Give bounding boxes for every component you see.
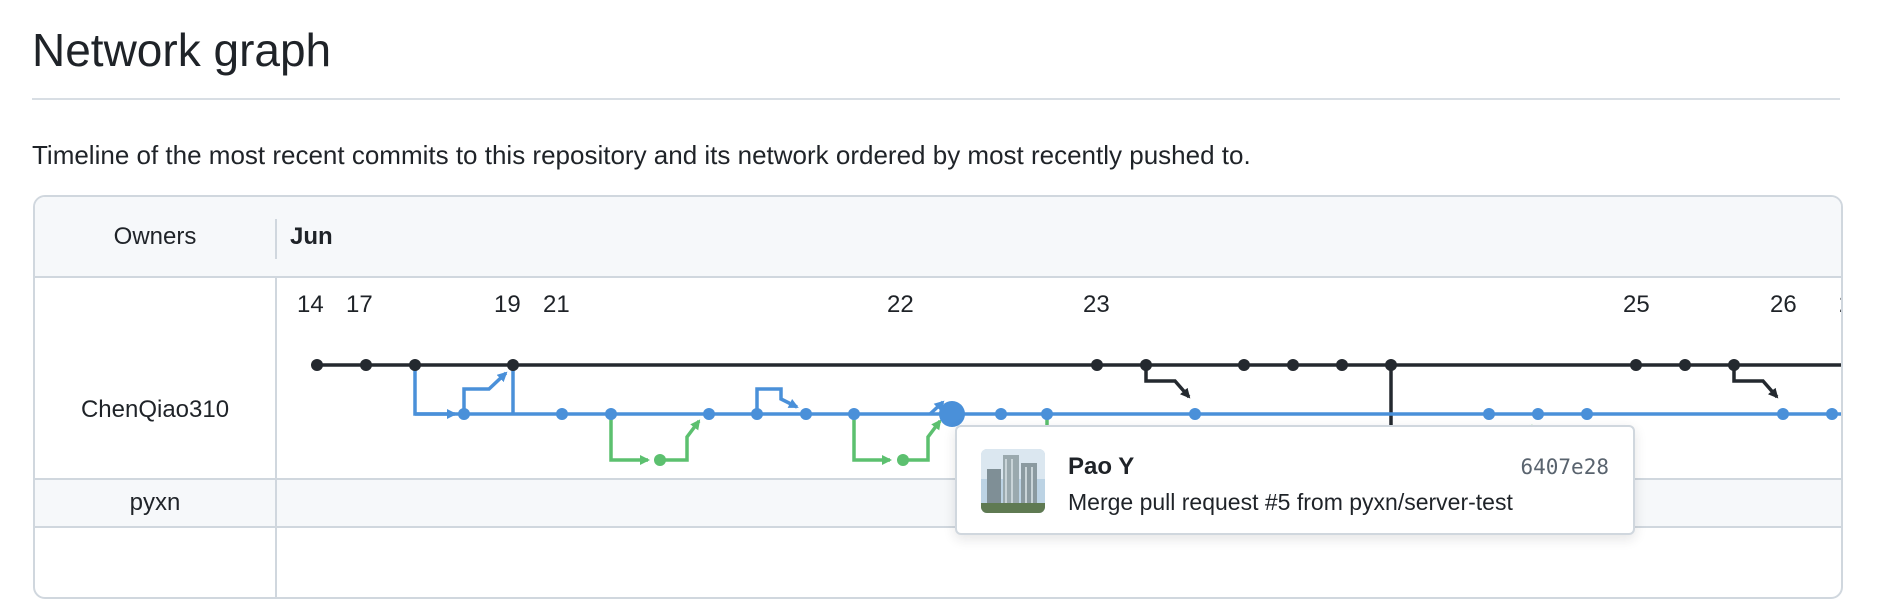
commit-dot[interactable] bbox=[654, 454, 666, 466]
commit-dot[interactable] bbox=[1777, 408, 1789, 420]
commit-dot[interactable] bbox=[409, 359, 421, 371]
date-label: 17 bbox=[346, 291, 373, 318]
commit-dot[interactable] bbox=[1826, 408, 1838, 420]
commit-dot[interactable] bbox=[751, 408, 763, 420]
commit-dot[interactable] bbox=[1679, 359, 1691, 371]
page-title: Network graph bbox=[32, 24, 332, 76]
commit-dot[interactable] bbox=[800, 408, 812, 420]
commit-dot[interactable] bbox=[1041, 408, 1053, 420]
commit-dot[interactable] bbox=[1728, 359, 1740, 371]
date-label: 19 bbox=[494, 291, 521, 318]
commit-dot[interactable] bbox=[1336, 359, 1348, 371]
page-description: Timeline of the most recent commits to t… bbox=[32, 140, 1251, 170]
commit-dot[interactable] bbox=[1140, 359, 1152, 371]
commit-dot[interactable] bbox=[1091, 359, 1103, 371]
commit-dot[interactable] bbox=[1385, 359, 1397, 371]
commit-dot[interactable] bbox=[1581, 408, 1593, 420]
commit-dot[interactable] bbox=[848, 408, 860, 420]
date-label: 21 bbox=[543, 291, 570, 318]
commit-dot[interactable] bbox=[458, 408, 470, 420]
commit-dot[interactable] bbox=[1238, 359, 1250, 371]
blue-branch-line bbox=[413, 365, 1841, 419]
commit-dot[interactable] bbox=[507, 359, 519, 371]
commit-dot[interactable] bbox=[1483, 408, 1495, 420]
date-label: 25 bbox=[1623, 291, 1650, 318]
title-divider bbox=[32, 98, 1840, 100]
commit-dot[interactable] bbox=[897, 454, 909, 466]
tooltip-author[interactable]: Pao Y bbox=[1068, 453, 1134, 481]
date-label: 2 bbox=[1839, 291, 1841, 318]
commit-tooltip: Pao Y 6407e28 Merge pull request #5 from… bbox=[955, 425, 1635, 535]
commit-dot[interactable] bbox=[1287, 359, 1299, 371]
commit-dot[interactable] bbox=[995, 408, 1007, 420]
date-label: 26 bbox=[1770, 291, 1797, 318]
commit-dot[interactable] bbox=[360, 359, 372, 371]
date-label: 23 bbox=[1083, 291, 1110, 318]
date-label: 22 bbox=[887, 291, 914, 318]
network-graph-panel[interactable]: Owners Jun ChenQiao310 pyxn 14 17 19 21 … bbox=[33, 195, 1843, 599]
commit-dot[interactable] bbox=[605, 408, 617, 420]
selected-commit-dot[interactable] bbox=[939, 401, 965, 427]
commit-dot[interactable] bbox=[556, 408, 568, 420]
commit-dot[interactable] bbox=[311, 359, 323, 371]
commit-dot[interactable] bbox=[1189, 408, 1201, 420]
master-branch-line bbox=[317, 363, 1841, 431]
commit-dot[interactable] bbox=[1532, 408, 1544, 420]
commit-dot[interactable] bbox=[703, 408, 715, 420]
commit-graph[interactable]: 14 17 19 21 22 23 25 26 2 bbox=[35, 197, 1841, 597]
tooltip-commit-message: Merge pull request #5 from pyxn/server-t… bbox=[1068, 489, 1513, 515]
date-label: 14 bbox=[297, 291, 324, 318]
tooltip-commit-sha[interactable]: 6407e28 bbox=[1520, 455, 1609, 479]
avatar bbox=[981, 449, 1045, 513]
commit-dot[interactable] bbox=[1630, 359, 1642, 371]
